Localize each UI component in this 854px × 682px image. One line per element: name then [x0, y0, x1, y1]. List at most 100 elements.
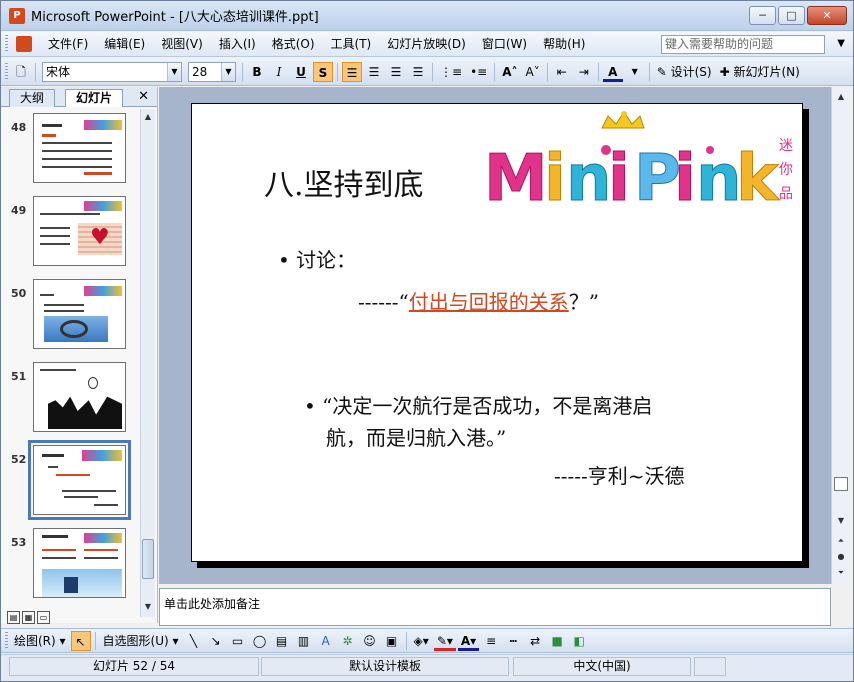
topic-link[interactable]: 付出与回报的关系 [409, 290, 569, 314]
scroll-down-icon[interactable]: ▼ [141, 599, 155, 614]
slide-thumbnail[interactable] [33, 362, 126, 432]
dash-style-icon[interactable]: ┅ [503, 631, 523, 651]
normal-view-icon[interactable]: ▤ [7, 611, 20, 624]
underline-button[interactable]: U [291, 62, 311, 82]
diagram-icon[interactable]: ✲ [338, 631, 358, 651]
justify-icon[interactable]: ☰ [408, 62, 428, 82]
align-left-icon[interactable]: ☰ [342, 61, 362, 82]
thumbnail-row[interactable]: 50 [1, 275, 139, 355]
slide-thumbnail[interactable] [33, 279, 126, 349]
menu-window[interactable]: 窗口(W) [474, 33, 535, 55]
menu-view[interactable]: 视图(V) [153, 33, 211, 55]
3d-style-icon[interactable]: ◧ [569, 631, 589, 651]
increase-indent-icon[interactable]: ⇥ [574, 62, 594, 82]
previous-slide-icon[interactable]: ⏶ [834, 533, 848, 548]
font-color-icon[interactable]: A [602, 62, 623, 82]
scroll-up-icon[interactable]: ▲ [834, 89, 848, 104]
clipart-icon[interactable]: ☺ [360, 631, 380, 651]
chevron-down-icon[interactable]: ▼ [625, 62, 645, 82]
scroll-down-icon[interactable]: ▼ [834, 513, 848, 528]
menu-file[interactable]: 文件(F) [40, 33, 96, 55]
slide-sorter-icon[interactable]: ▦ [22, 611, 35, 624]
slide-title[interactable]: 八.坚持到底 [264, 160, 424, 204]
font-size-select[interactable]: 28 ▼ [188, 61, 236, 82]
select-pointer-icon[interactable]: ↖ [70, 630, 91, 651]
line-icon[interactable]: ╲ [184, 631, 204, 651]
discussion-topic[interactable]: ------“付出与回报的关系？” [358, 286, 599, 315]
menu-help[interactable]: 帮助(H) [535, 33, 593, 55]
align-center-icon[interactable]: ☰ [364, 62, 384, 82]
chevron-down-icon[interactable]: ▼ [221, 62, 235, 81]
close-pane-icon[interactable]: ✕ [138, 89, 149, 104]
menu-insert[interactable]: 插入(I) [211, 33, 264, 55]
close-button[interactable]: ✕ [807, 6, 847, 25]
bulleted-list-icon[interactable]: •≡ [467, 62, 490, 82]
chevron-down-icon[interactable]: ▼ [837, 38, 845, 49]
menu-tools[interactable]: 工具(T) [323, 33, 380, 55]
help-search-input[interactable]: 键入需要帮助的问题 [661, 35, 825, 54]
picture-icon[interactable]: ▣ [382, 631, 402, 651]
arrow-icon[interactable]: ↘ [206, 631, 226, 651]
quote-attribution[interactable]: -----亨利~沃德 [554, 460, 685, 489]
font-color-draw-icon[interactable]: A▾ [457, 631, 480, 651]
shadow-button[interactable]: S [313, 61, 333, 82]
increase-font-icon[interactable]: A˄ [499, 62, 520, 82]
slide-thumbnail[interactable]: ♥ [33, 196, 126, 266]
draw-menu-button[interactable]: 绘图(R) ▾ [11, 631, 69, 651]
menu-slideshow[interactable]: 幻灯片放映(D) [379, 33, 474, 55]
oval-icon[interactable]: ◯ [250, 631, 270, 651]
tab-outline[interactable]: 大纲 [9, 89, 56, 107]
powerpoint-app-icon[interactable]: P [9, 7, 25, 24]
editor-scrollbar[interactable]: ▲ ▼ ⏶ ● ⏷ [831, 87, 849, 584]
toolbar-grip-icon[interactable] [5, 35, 8, 53]
arrow-style-icon[interactable]: ⇄ [525, 631, 545, 651]
numbered-list-icon[interactable]: ⋮≡ [437, 62, 465, 82]
thumbnail-scrollbar[interactable]: ▲ ▼ [140, 109, 155, 617]
slide-thumbnail[interactable] [33, 113, 126, 183]
textbox-icon[interactable]: ▤ [272, 631, 292, 651]
rectangle-icon[interactable]: ▭ [228, 631, 248, 651]
thumbnail-row-current[interactable]: 52 [1, 440, 139, 521]
wordart-icon[interactable]: A [316, 631, 336, 651]
thumbnail-row[interactable]: 48 [1, 109, 139, 189]
menu-edit[interactable]: 编辑(E) [96, 33, 153, 55]
minimize-button[interactable]: ─ [749, 6, 776, 25]
thumbnail-row[interactable]: 49 ♥ [1, 192, 139, 272]
scroll-thumb[interactable] [142, 539, 154, 579]
document-icon[interactable] [16, 36, 32, 52]
bullet-discussion[interactable]: • 讨论： [278, 244, 356, 273]
menu-format[interactable]: 格式(O) [264, 33, 323, 55]
align-right-icon[interactable]: ☰ [386, 62, 406, 82]
language-status[interactable]: 中文(中国) [513, 657, 691, 676]
font-family-select[interactable]: 宋体 ▼ [42, 61, 182, 82]
tab-slides[interactable]: 幻灯片 [65, 89, 124, 107]
chevron-down-icon[interactable]: ▼ [167, 62, 181, 81]
design-button[interactable]: ✎ 设计(S) [654, 62, 715, 82]
toolbar-grip-icon[interactable] [5, 631, 8, 650]
new-slide-button[interactable]: ✚ 新幻灯片(N) [717, 62, 803, 82]
current-slide[interactable]: 八.坚持到底 M i n i P i n k 迷 你 品 • 讨论： -----… [191, 103, 803, 562]
notes-pane[interactable]: 单击此处添加备注 [159, 588, 831, 626]
slide-thumbnail[interactable] [33, 528, 126, 598]
line-color-icon[interactable]: ✎▾ [433, 631, 456, 651]
toolbar-grip-icon[interactable] [5, 62, 8, 81]
vertical-textbox-icon[interactable]: ▥ [294, 631, 314, 651]
autoshape-menu-button[interactable]: 自选图形(U) ▾ [100, 631, 182, 651]
slide-thumbnail-current[interactable] [28, 440, 131, 520]
select-browse-object-icon[interactable]: ● [834, 549, 848, 564]
thumbnail-row[interactable]: 53 [1, 524, 139, 604]
new-document-icon[interactable]: 🗋 [11, 62, 31, 82]
thumbnail-row[interactable]: 51 [1, 358, 139, 438]
next-slide-icon[interactable]: ⏷ [834, 565, 848, 580]
template-name[interactable]: 默认设计模板 [261, 657, 509, 676]
scroll-up-icon[interactable]: ▲ [141, 109, 155, 124]
fill-color-icon[interactable]: ◈▾ [411, 631, 432, 651]
shadow-style-icon[interactable]: ■ [547, 631, 567, 651]
bold-button[interactable]: B [247, 62, 267, 82]
italic-button[interactable]: I [269, 62, 289, 82]
decrease-indent-icon[interactable]: ⇤ [552, 62, 572, 82]
scroll-thumb[interactable] [834, 477, 848, 491]
decrease-font-icon[interactable]: A˅ [523, 62, 543, 82]
slideshow-icon[interactable]: ▭ [37, 611, 50, 624]
maximize-button[interactable]: □ [778, 6, 805, 25]
